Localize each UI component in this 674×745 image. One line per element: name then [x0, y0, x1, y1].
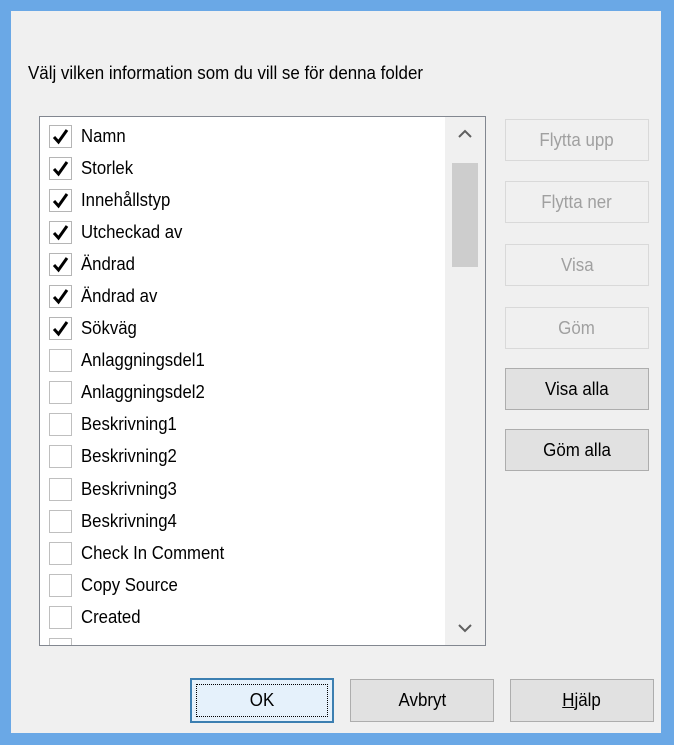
help-button[interactable]: Hjälp — [510, 679, 654, 722]
column-label: Namn — [81, 125, 126, 146]
list-item[interactable] — [40, 634, 440, 645]
columns-list: Namn Storlek Innehållstyp Utcheckad av Ändra… — [40, 120, 440, 645]
column-checkbox[interactable] — [49, 381, 72, 405]
show-label: Visa — [560, 254, 594, 275]
columns-listbox[interactable]: Namn Storlek Innehållstyp Utcheckad av Ändra… — [39, 116, 486, 646]
checkmark-icon — [52, 321, 69, 337]
list-item[interactable]: Storlek — [40, 152, 440, 184]
column-label: Beskrivning2 — [81, 446, 177, 467]
list-item[interactable]: Sökväg — [40, 313, 440, 345]
list-item[interactable]: Beskrivning4 — [40, 505, 440, 537]
show-button[interactable]: Visa — [505, 244, 649, 286]
show-all-label: Visa alla — [545, 378, 609, 399]
column-label: Ändrad — [81, 253, 135, 274]
checkmark-icon — [52, 257, 69, 273]
cancel-label: Avbryt — [398, 690, 446, 710]
column-label: Created — [81, 606, 141, 627]
show-all-button[interactable]: Visa alla — [505, 368, 649, 410]
list-item[interactable]: Anlaggningsdel1 — [40, 345, 440, 377]
column-label: Beskrivning3 — [81, 478, 177, 499]
move-down-button[interactable]: Flytta ner — [505, 181, 649, 223]
column-checkbox[interactable] — [49, 445, 72, 469]
column-checkbox[interactable] — [49, 156, 72, 180]
dialog-window: Välj vilken information som du vill se f… — [0, 0, 674, 745]
column-checkbox[interactable] — [49, 124, 72, 148]
column-checkbox[interactable] — [49, 413, 72, 437]
column-label: Beskrivning4 — [81, 510, 177, 531]
list-item[interactable]: Namn — [40, 120, 440, 152]
list-item[interactable]: Ändrad — [40, 248, 440, 280]
hide-all-button[interactable]: Göm alla — [505, 429, 649, 471]
column-checkbox[interactable] — [49, 188, 72, 212]
list-item[interactable]: Beskrivning1 — [40, 409, 440, 441]
chevron-down-icon — [458, 624, 472, 633]
list-item[interactable]: Ändrad av — [40, 280, 440, 312]
move-down-label: Flytta ner — [541, 191, 613, 212]
column-label: Storlek — [81, 157, 134, 178]
cancel-button[interactable]: Avbryt — [350, 679, 494, 722]
dialog-client-area: Välj vilken information som du vill se f… — [11, 11, 661, 733]
scroll-up-button[interactable] — [445, 117, 485, 151]
column-checkbox[interactable] — [49, 573, 72, 597]
column-checkbox[interactable] — [49, 317, 72, 341]
help-label-rest: jälp — [574, 690, 602, 710]
hide-label: Göm — [558, 317, 596, 338]
column-label: Sökväg — [81, 318, 137, 339]
checkmark-icon — [52, 224, 69, 241]
scrollbar-thumb[interactable] — [452, 163, 478, 267]
column-label: Anlaggningsdel2 — [81, 382, 205, 403]
list-item[interactable]: Beskrivning3 — [40, 473, 440, 505]
scroll-down-button[interactable] — [445, 611, 485, 645]
column-label: Utcheckad av — [81, 221, 183, 242]
column-checkbox[interactable] — [49, 220, 72, 244]
column-checkbox[interactable] — [49, 605, 72, 629]
column-checkbox[interactable] — [49, 285, 72, 309]
column-checkbox[interactable] — [49, 252, 72, 276]
list-item[interactable]: Check In Comment — [40, 537, 440, 569]
column-label: Innehållstyp — [81, 189, 171, 210]
column-checkbox[interactable] — [49, 638, 72, 645]
checkmark-icon — [52, 289, 69, 305]
column-label: Copy Source — [81, 574, 178, 595]
list-item[interactable]: Innehållstyp — [40, 184, 440, 216]
dialog-prompt: Välj vilken information som du vill se f… — [28, 63, 424, 83]
chevron-up-icon — [458, 129, 472, 138]
column-label: Anlaggningsdel1 — [81, 350, 205, 371]
checkmark-icon — [52, 160, 69, 177]
column-label: Ändrad av — [81, 286, 158, 307]
help-access-key: H — [562, 690, 575, 710]
checkmark-icon — [52, 128, 69, 144]
checkmark-icon — [52, 192, 69, 209]
list-item[interactable]: Beskrivning2 — [40, 441, 440, 473]
hide-button[interactable]: Göm — [505, 307, 649, 349]
column-checkbox[interactable] — [49, 509, 72, 533]
move-up-button[interactable]: Flytta upp — [505, 119, 649, 161]
column-checkbox[interactable] — [49, 477, 72, 501]
move-up-label: Flytta upp — [539, 129, 615, 150]
list-item[interactable]: Copy Source — [40, 569, 440, 601]
list-item[interactable]: Anlaggningsdel2 — [40, 377, 440, 409]
hide-all-label: Göm alla — [543, 439, 611, 460]
help-label: Hjälp — [563, 690, 602, 711]
vertical-scrollbar[interactable] — [445, 117, 485, 645]
column-label: Check In Comment — [81, 542, 225, 563]
ok-label: OK — [249, 690, 275, 710]
column-checkbox[interactable] — [49, 349, 72, 373]
column-checkbox[interactable] — [49, 541, 72, 565]
ok-button[interactable]: OK — [190, 678, 334, 723]
list-item[interactable]: Created — [40, 601, 440, 633]
list-item[interactable]: Utcheckad av — [40, 216, 440, 248]
column-label: Beskrivning1 — [81, 414, 177, 435]
